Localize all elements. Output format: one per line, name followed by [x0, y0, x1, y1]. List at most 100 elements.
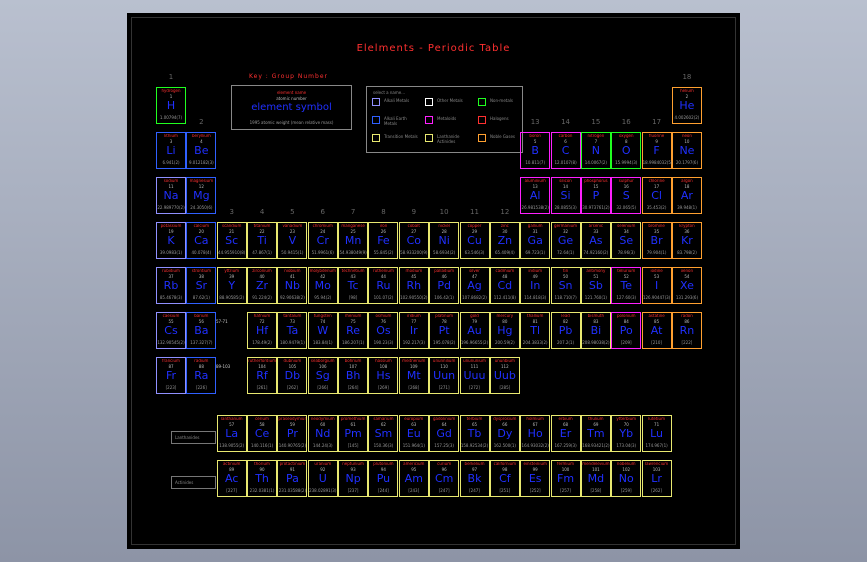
element-cell-mn[interactable]: manganese 25 Mn 54.938049(9): [338, 222, 369, 259]
element-cell-cs[interactable]: caesium 55 Cs 132.90545(2): [156, 312, 186, 349]
element-cell-bk[interactable]: berkelium 97 Bk [247]: [459, 460, 490, 497]
element-cell-rb[interactable]: rubidium 37 Rb 85.4678(3): [156, 267, 186, 304]
element-cell-po[interactable]: polonium 84 Po [209]: [611, 312, 642, 349]
element-cell-md[interactable]: mendelevium 101 Md [258]: [580, 460, 611, 497]
element-cell-al[interactable]: aluminium 13 Al 26.981538(2): [520, 177, 551, 214]
element-cell-ir[interactable]: iridium 77 Ir 192.217(3): [398, 312, 429, 349]
element-cell-sm[interactable]: samarium 62 Sm 150.36(3): [368, 415, 399, 452]
element-cell-in[interactable]: indium 49 In 114.818(3): [520, 267, 551, 304]
element-cell-zn[interactable]: zinc 30 Zn 65.409(4): [489, 222, 520, 259]
element-cell-sb[interactable]: antimony 51 Sb 121.760(1): [580, 267, 611, 304]
element-cell-pt[interactable]: platinum 78 Pt 195.078(2): [429, 312, 460, 349]
element-cell-er[interactable]: erbium 68 Er 167.259(3): [550, 415, 581, 452]
element-cell-ru[interactable]: ruthenium 44 Ru 101.07(2): [368, 267, 399, 304]
element-cell-p[interactable]: phosphorus 15 P 30.973761(2): [580, 177, 611, 214]
element-cell-ba[interactable]: barium 56 Ba 137.327(7): [186, 312, 217, 349]
element-cell-s[interactable]: sulphur 16 S 32.065(5): [611, 177, 642, 214]
element-cell-sg[interactable]: seaborgium 106 Sg [266]: [307, 357, 338, 394]
legend-swatch[interactable]: [478, 98, 486, 106]
element-cell-ga[interactable]: gallium 31 Ga 69.723(1): [520, 222, 551, 259]
element-cell-at[interactable]: astatine 85 At [210]: [641, 312, 672, 349]
actinides-button[interactable]: Actinides: [171, 476, 216, 489]
element-cell-fe[interactable]: iron 26 Fe 55.845(2): [368, 222, 399, 259]
element-cell-uuu[interactable]: unununium 111 Uuu [272]: [459, 357, 490, 394]
element-cell-cf[interactable]: californium 98 Cf [251]: [489, 460, 520, 497]
element-cell-ta[interactable]: tantalum 73 Ta 180.9479(1): [277, 312, 308, 349]
element-cell-db[interactable]: dubnium 105 Db [262]: [277, 357, 308, 394]
legend-swatch[interactable]: [425, 116, 433, 124]
element-cell-pr[interactable]: praseodymium 59 Pr 140.90765(2): [277, 415, 308, 452]
element-cell-bi[interactable]: bismuth 83 Bi 208.98038(2): [580, 312, 611, 349]
element-cell-h[interactable]: hydrogen 1 H 1.00794(7): [156, 87, 186, 124]
element-cell-tc[interactable]: technetium 43 Tc [98]: [338, 267, 369, 304]
element-cell-as[interactable]: arsenic 33 As 74.92160(2): [580, 222, 611, 259]
element-cell-o[interactable]: oxygen 8 O 15.9994(3): [611, 132, 642, 169]
element-cell-ar[interactable]: argon 18 Ar 39.948(1): [671, 177, 702, 214]
element-cell-rh[interactable]: rhodium 45 Rh 102.90550(2): [398, 267, 429, 304]
element-cell-nb[interactable]: niobium 41 Nb 92.90638(2): [277, 267, 308, 304]
element-cell-lr[interactable]: lawrencium 103 Lr [262]: [641, 460, 672, 497]
element-cell-cr[interactable]: chromium 24 Cr 51.9961(6): [307, 222, 338, 259]
element-cell-fr[interactable]: francium 87 Fr [223]: [156, 357, 186, 394]
element-cell-si[interactable]: silicon 14 Si 28.0855(3): [550, 177, 581, 214]
element-cell-hg[interactable]: mercury 80 Hg 200.59(2): [489, 312, 520, 349]
element-cell-ti[interactable]: titanium 22 Ti 47.867(1): [247, 222, 278, 259]
element-cell-cd[interactable]: cadmium 48 Cd 112.411(8): [489, 267, 520, 304]
legend-swatch[interactable]: [478, 116, 486, 124]
element-cell-co[interactable]: cobalt 27 Co 58.933200(9): [398, 222, 429, 259]
element-cell-pu[interactable]: plutonium 94 Pu [244]: [368, 460, 399, 497]
element-cell-he[interactable]: helium 2 He 4.002602(2): [671, 87, 702, 124]
element-cell-ce[interactable]: cerium 58 Ce 140.116(1): [247, 415, 278, 452]
element-cell-np[interactable]: neptunium 93 Np [237]: [338, 460, 369, 497]
element-cell-ne[interactable]: neon 10 Ne 20.1797(6): [671, 132, 702, 169]
element-cell-tb[interactable]: terbium 65 Tb 158.92534(2): [459, 415, 490, 452]
element-cell-gd[interactable]: gadolinium 64 Gd 157.25(3): [429, 415, 460, 452]
element-cell-sc[interactable]: scandium 21 Sc 44.955910(8): [216, 222, 247, 259]
element-cell-rn[interactable]: radon 86 Rn [222]: [671, 312, 702, 349]
lanthanides-button[interactable]: Lanthanides: [171, 431, 216, 444]
element-cell-b[interactable]: boron 5 B 10.811(7): [520, 132, 551, 169]
element-cell-ni[interactable]: nickel 28 Ni 58.6934(2): [429, 222, 460, 259]
element-cell-li[interactable]: lithium 3 Li 6.941(2): [156, 132, 186, 169]
element-cell-nd[interactable]: neodymium 60 Nd 144.24(3): [307, 415, 338, 452]
element-cell-au[interactable]: gold 79 Au 196.96655(2): [459, 312, 490, 349]
element-cell-i[interactable]: iodine 53 I 126.90447(3): [641, 267, 672, 304]
element-cell-pm[interactable]: promethium 61 Pm [145]: [338, 415, 369, 452]
element-cell-cl[interactable]: chlorine 17 Cl 35.453(2): [641, 177, 672, 214]
element-cell-fm[interactable]: fermium 100 Fm [257]: [550, 460, 581, 497]
element-cell-re[interactable]: rhenium 75 Re 186.207(1): [338, 312, 369, 349]
element-cell-ca[interactable]: calcium 20 Ca 40.078(4): [186, 222, 217, 259]
element-cell-ag[interactable]: silver 47 Ag 107.8682(2): [459, 267, 490, 304]
legend-swatch[interactable]: [425, 134, 433, 142]
element-cell-lu[interactable]: lutetium 71 Lu 174.967(1): [641, 415, 672, 452]
element-cell-eu[interactable]: europium 63 Eu 151.964(1): [398, 415, 429, 452]
element-cell-dy[interactable]: dysprosium 66 Dy 162.500(1): [489, 415, 520, 452]
element-cell-c[interactable]: carbon 6 C 12.0107(8): [550, 132, 581, 169]
legend-swatch[interactable]: [372, 116, 380, 124]
element-cell-am[interactable]: americium 95 Am [243]: [398, 460, 429, 497]
element-cell-na[interactable]: sodium 11 Na 22.989770(2): [156, 177, 186, 214]
element-cell-zr[interactable]: zirconium 40 Zr 91.224(2): [247, 267, 278, 304]
element-cell-te[interactable]: tellurium 52 Te 127.60(3): [611, 267, 642, 304]
element-cell-n[interactable]: nitrogen 7 N 14.0067(2): [580, 132, 611, 169]
legend-swatch[interactable]: [425, 98, 433, 106]
element-cell-es[interactable]: einsteinium 99 Es [252]: [520, 460, 551, 497]
element-cell-br[interactable]: bromine 35 Br 79.904(1): [641, 222, 672, 259]
element-cell-cm[interactable]: curium 96 Cm [247]: [429, 460, 460, 497]
legend-swatch[interactable]: [372, 98, 380, 106]
element-cell-la[interactable]: lanthanum 57 La 138.9055(2): [216, 415, 247, 452]
element-cell-rf[interactable]: rutherfordium 104 Rf [261]: [247, 357, 278, 394]
element-cell-no[interactable]: nobelium 102 No [259]: [611, 460, 642, 497]
element-cell-y[interactable]: yttrium 39 Y 88.90585(2): [216, 267, 247, 304]
element-cell-mg[interactable]: magnesium 12 Mg 24.3050(6): [186, 177, 217, 214]
element-cell-ge[interactable]: germanium 32 Ge 72.64(1): [550, 222, 581, 259]
element-cell-hs[interactable]: hassium 108 Hs [269]: [368, 357, 399, 394]
element-cell-uun[interactable]: ununnilium 110 Uun [271]: [429, 357, 460, 394]
element-cell-mt[interactable]: meitnerium 109 Mt [268]: [398, 357, 429, 394]
element-cell-sr[interactable]: strontium 38 Sr 87.62(1): [186, 267, 217, 304]
legend-swatch[interactable]: [372, 134, 380, 142]
element-cell-th[interactable]: thorium 90 Th 232.0381(1): [247, 460, 278, 497]
element-cell-tm[interactable]: thulium 69 Tm 168.93421(2): [580, 415, 611, 452]
element-cell-cu[interactable]: copper 29 Cu 63.546(3): [459, 222, 490, 259]
element-cell-ra[interactable]: radium 88 Ra [226]: [186, 357, 217, 394]
